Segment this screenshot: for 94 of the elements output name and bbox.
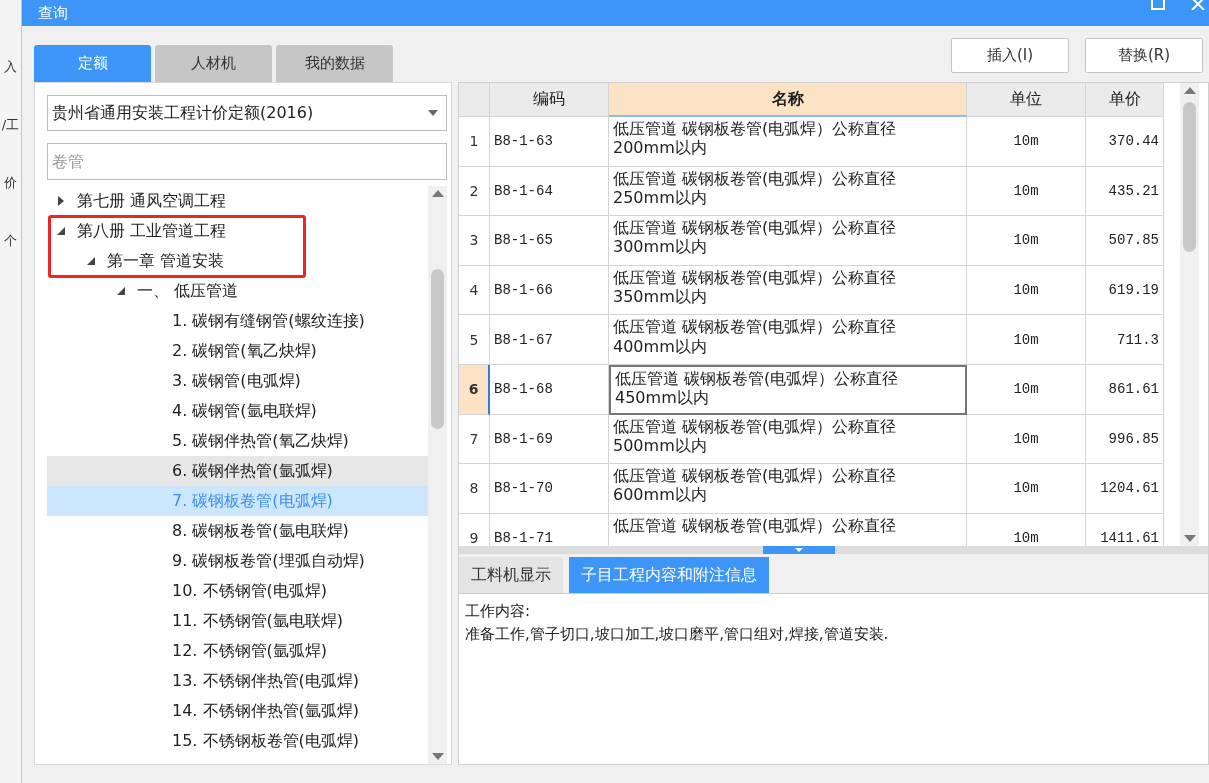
table-cell: 435.21: [1086, 166, 1164, 217]
tree-item[interactable]: 5. 碳钢伴热管(氧乙炔焊): [47, 426, 428, 456]
column-header[interactable]: 名称: [609, 83, 967, 117]
table-cell: 10m: [967, 364, 1086, 415]
tree-item[interactable]: 13. 不锈钢伴热管(电弧焊): [47, 666, 428, 696]
table-cell: 711.3: [1086, 315, 1164, 365]
tree-item[interactable]: 1. 碳钢有缝钢管(螺纹连接): [47, 306, 428, 336]
tab[interactable]: 工料机显示: [459, 557, 563, 593]
table-cell: 10m: [967, 315, 1086, 365]
collapsed-triangle-icon[interactable]: [57, 196, 65, 206]
tree-item[interactable]: 11. 不锈钢管(氩电联焊): [47, 606, 428, 636]
tree-item[interactable]: 2. 碳钢管(氧乙炔焊): [47, 336, 428, 366]
table-cell: 10m: [967, 464, 1086, 514]
quota-book-dropdown[interactable]: 贵州省通用安装工程计价定额(2016): [47, 95, 447, 131]
tree-item[interactable]: 3. 碳钢管(电弧焊): [47, 366, 428, 396]
row-number[interactable]: 1: [459, 117, 490, 167]
table-cell: B8-1-68: [490, 364, 609, 415]
splitter-handle[interactable]: [762, 546, 835, 554]
expanded-triangle-icon[interactable]: [57, 227, 65, 235]
tree-item[interactable]: 10. 不锈钢管(电弧焊): [47, 576, 428, 606]
background-text: /工: [1, 116, 20, 134]
scrollbar[interactable]: [1180, 83, 1199, 546]
table-cell: B8-1-65: [490, 216, 609, 266]
scroll-down-icon[interactable]: [1183, 535, 1196, 542]
scroll-up-icon[interactable]: [431, 190, 444, 197]
detail-heading: 工作内容:: [465, 601, 532, 622]
table-cell: 10m: [967, 216, 1086, 266]
column-header[interactable]: 单价: [1086, 83, 1164, 117]
table-cell: 低压管道 碳钢板卷管(电弧焊）公称直径200mm以内: [609, 117, 967, 167]
scroll-thumb[interactable]: [1183, 102, 1196, 252]
background-text: 入: [4, 58, 17, 76]
table-cell: B8-1-70: [490, 464, 609, 514]
scroll-thumb[interactable]: [431, 269, 444, 429]
expanded-triangle-icon[interactable]: [87, 257, 95, 265]
row-number[interactable]: 2: [459, 166, 490, 217]
search-field[interactable]: 卷管: [47, 143, 447, 180]
table-cell: 低压管道 碳钢板卷管(电弧焊）公称直径350mm以内: [609, 265, 967, 316]
table-cell: 1204.61: [1086, 464, 1164, 514]
table-cell: B8-1-63: [490, 117, 609, 167]
tab[interactable]: 人材机: [155, 45, 272, 82]
table-cell: 低压管道 碳钢板卷管(电弧焊）公称直径450mm以内: [609, 364, 967, 415]
window-title: 查询: [38, 3, 68, 23]
splitter-bar[interactable]: [459, 546, 1208, 554]
scroll-down-icon[interactable]: [431, 753, 444, 760]
table-cell: 861.61: [1086, 364, 1164, 415]
table-cell: 低压管道 碳钢板卷管(电弧焊）公称直径300mm以内: [609, 216, 967, 266]
table-cell: 低压管道 碳钢板卷管(电弧焊）公称直径500mm以内: [609, 414, 967, 465]
background-text: 价: [4, 174, 17, 192]
table-cell: 10m: [967, 117, 1086, 167]
column-header[interactable]: 单位: [967, 83, 1086, 117]
table-cell: B8-1-66: [490, 265, 609, 316]
expanded-triangle-icon[interactable]: [117, 287, 125, 295]
table-cell: 低压管道 碳钢板卷管(电弧焊）公称直径400mm以内: [609, 315, 967, 365]
row-number[interactable]: 7: [459, 414, 490, 465]
background-text: 个: [4, 232, 17, 250]
close-icon[interactable]: [1191, 0, 1205, 10]
tree-item[interactable]: 12. 不锈钢管(氩弧焊): [47, 636, 428, 666]
row-number[interactable]: 3: [459, 216, 490, 266]
action-button[interactable]: 替换(R): [1085, 38, 1203, 73]
table-cell: B8-1-69: [490, 414, 609, 465]
scroll-up-icon[interactable]: [1183, 87, 1196, 94]
table-cell: B8-1-64: [490, 166, 609, 217]
dropdown-caret-icon: [428, 110, 438, 116]
table-cell: 619.19: [1086, 265, 1164, 316]
row-number[interactable]: 5: [459, 315, 490, 365]
tree-item[interactable]: 第一章 管道安装: [47, 246, 428, 276]
table-cell: 低压管道 碳钢板卷管(电弧焊）公称直径600mm以内: [609, 464, 967, 514]
scrollbar[interactable]: [428, 186, 447, 764]
table-cell: 507.85: [1086, 216, 1164, 266]
detail-text: 准备工作,管子切口,坡口加工,坡口磨平,管口组对,焊接,管道安装.: [465, 623, 890, 645]
tree-item[interactable]: 6. 碳钢伴热管(氩弧焊): [47, 456, 428, 486]
table-cell: 10m: [967, 166, 1086, 217]
tab[interactable]: 我的数据: [276, 45, 393, 82]
tree-item[interactable]: 8. 碳钢板卷管(氩电联焊): [47, 516, 428, 546]
table-cell: 370.44: [1086, 117, 1164, 167]
column-header[interactable]: 编码: [490, 83, 609, 117]
row-number[interactable]: 8: [459, 464, 490, 514]
tree-item[interactable]: 一、 低压管道: [47, 276, 428, 306]
collapse-caret-icon[interactable]: [794, 548, 803, 552]
tree-item[interactable]: 15. 不锈钢板卷管(电弧焊): [47, 726, 428, 756]
tree-item[interactable]: 9. 碳钢板卷管(埋弧自动焊): [47, 546, 428, 576]
row-number[interactable]: 4: [459, 265, 490, 316]
tree-item[interactable]: 第八册 工业管道工程: [47, 216, 428, 246]
row-number[interactable]: 6: [459, 364, 490, 415]
action-button[interactable]: 插入(I): [951, 38, 1069, 73]
table-cell: 10m: [967, 265, 1086, 316]
table-cell: 低压管道 碳钢板卷管(电弧焊）公称直径250mm以内: [609, 166, 967, 217]
table-cell: B8-1-67: [490, 315, 609, 365]
maximize-icon[interactable]: [1151, 0, 1165, 10]
tree-item[interactable]: 第七册 通风空调工程: [47, 186, 428, 216]
table-cell: 996.85: [1086, 414, 1164, 465]
tree-item[interactable]: 14. 不锈钢伴热管(氩弧焊): [47, 696, 428, 726]
tree-item[interactable]: 4. 碳钢管(氩电联焊): [47, 396, 428, 426]
table-cell: 10m: [967, 414, 1086, 465]
